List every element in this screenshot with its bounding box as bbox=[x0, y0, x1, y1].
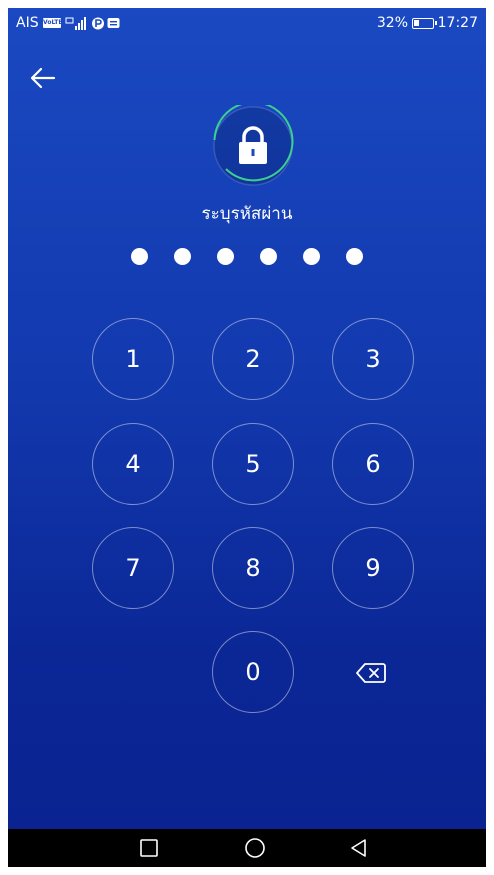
key-7[interactable]: 7 bbox=[92, 527, 174, 609]
key-2[interactable]: 2 bbox=[212, 318, 294, 400]
pin-dot bbox=[260, 248, 277, 265]
pin-dot bbox=[174, 248, 191, 265]
pin-dot bbox=[131, 248, 148, 265]
delete-button[interactable] bbox=[346, 653, 396, 693]
lock-badge bbox=[213, 105, 294, 186]
key-9[interactable]: 9 bbox=[332, 527, 414, 609]
back-button[interactable] bbox=[26, 60, 62, 96]
prompt-label: ระบุรหัสผ่าน bbox=[201, 204, 293, 224]
triangle-back-icon[interactable] bbox=[348, 837, 370, 859]
key-0[interactable]: 0 bbox=[212, 631, 294, 713]
signal-icon bbox=[65, 17, 86, 30]
pin-dot bbox=[217, 248, 234, 265]
backspace-icon bbox=[356, 663, 386, 683]
key-5[interactable]: 5 bbox=[212, 423, 294, 505]
pin-dot bbox=[346, 248, 363, 265]
volte-badge: VoLTE bbox=[43, 18, 63, 28]
battery-icon bbox=[412, 18, 437, 29]
status-bar: AIS VoLTE 32% 17:27 bbox=[8, 8, 486, 38]
navigation-bar bbox=[8, 829, 486, 867]
key-8[interactable]: 8 bbox=[212, 527, 294, 609]
parking-icon bbox=[92, 17, 104, 30]
message-icon bbox=[107, 18, 120, 28]
pin-indicator bbox=[8, 248, 486, 265]
passcode-screen: AIS VoLTE 32% 17:27 ระบุรหัสผ่าน 1 2 3 4… bbox=[8, 8, 486, 867]
key-1[interactable]: 1 bbox=[92, 318, 174, 400]
circle-icon[interactable] bbox=[244, 837, 266, 859]
carrier-label: AIS bbox=[16, 15, 39, 31]
key-3[interactable]: 3 bbox=[332, 318, 414, 400]
battery-percent: 32% bbox=[376, 15, 408, 31]
clock: 17:27 bbox=[437, 15, 478, 31]
arrow-left-icon bbox=[30, 67, 56, 89]
square-icon[interactable] bbox=[138, 837, 160, 859]
key-6[interactable]: 6 bbox=[332, 423, 414, 505]
pin-dot bbox=[303, 248, 320, 265]
key-4[interactable]: 4 bbox=[92, 423, 174, 505]
